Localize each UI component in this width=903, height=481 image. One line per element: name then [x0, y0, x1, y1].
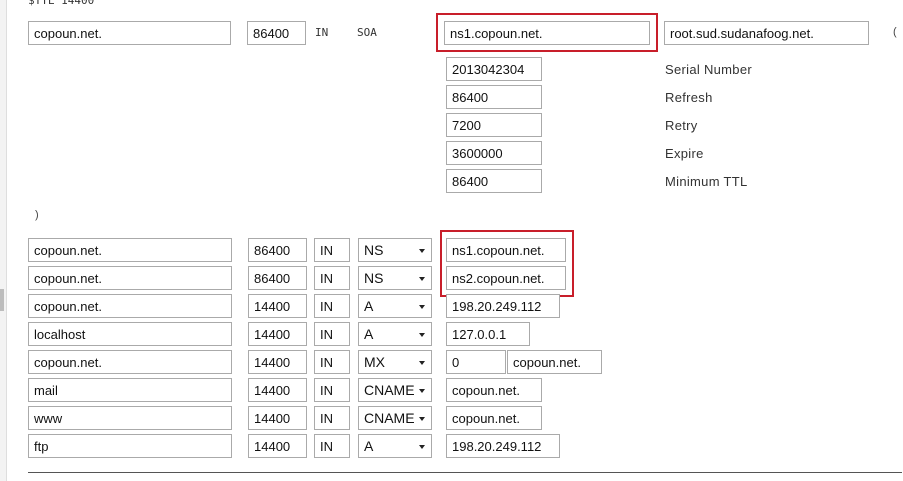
soa-name-field[interactable]: copoun.net.: [28, 21, 231, 45]
ns-records-highlight: [440, 230, 574, 297]
chevron-down-icon: [419, 389, 425, 393]
expire-field[interactable]: 3600000: [446, 141, 542, 165]
record-name-field[interactable]: copoun.net.: [28, 350, 232, 374]
retry-field[interactable]: 7200: [446, 113, 542, 137]
record-type-select[interactable]: A: [358, 294, 432, 318]
record-name-field[interactable]: copoun.net.: [28, 294, 232, 318]
record-data-field[interactable]: 127.0.0.1: [446, 322, 530, 346]
record-data-field[interactable]: copoun.net.: [507, 350, 602, 374]
retry-label: Retry: [665, 118, 698, 133]
record-class-field[interactable]: IN: [314, 238, 350, 262]
scroll-handle[interactable]: [0, 289, 4, 311]
record-name-field[interactable]: localhost: [28, 322, 232, 346]
chevron-down-icon: [419, 249, 425, 253]
record-ttl-field[interactable]: 14400: [248, 434, 307, 458]
serial-number-label: Serial Number: [665, 62, 752, 77]
soa-type-text: SOA: [357, 26, 377, 39]
record-type-value: NS: [364, 270, 384, 286]
refresh-field[interactable]: 86400: [446, 85, 542, 109]
record-class-field[interactable]: IN: [314, 350, 350, 374]
record-ttl-field[interactable]: 86400: [248, 238, 307, 262]
record-type-value: A: [364, 438, 374, 454]
record-name-field[interactable]: copoun.net.: [28, 266, 232, 290]
record-ttl-field[interactable]: 14400: [248, 406, 307, 430]
record-class-field[interactable]: IN: [314, 378, 350, 402]
record-name-field[interactable]: ftp: [28, 434, 232, 458]
chevron-down-icon: [419, 277, 425, 281]
record-type-select[interactable]: NS: [358, 266, 432, 290]
soa-class-text: IN: [315, 26, 329, 39]
refresh-label: Refresh: [665, 90, 713, 105]
record-type-select[interactable]: CNAME: [358, 406, 432, 430]
record-class-field[interactable]: IN: [314, 294, 350, 318]
soa-close-paren: ): [35, 209, 39, 221]
minimum-ttl-label: Minimum TTL: [665, 174, 748, 189]
chevron-down-icon: [419, 417, 425, 421]
record-type-value: CNAME: [364, 382, 415, 398]
ttl-directive: $TTL 14400: [28, 0, 95, 7]
chevron-down-icon: [419, 333, 425, 337]
record-type-select[interactable]: A: [358, 322, 432, 346]
record-type-value: CNAME: [364, 410, 415, 426]
record-ttl-field[interactable]: 86400: [248, 266, 307, 290]
soa-open-paren: (: [893, 26, 897, 38]
record-ttl-field[interactable]: 14400: [248, 350, 307, 374]
record-class-field[interactable]: IN: [314, 406, 350, 430]
record-data-field[interactable]: copoun.net.: [446, 406, 542, 430]
record-ttl-field[interactable]: 14400: [248, 378, 307, 402]
chevron-down-icon: [419, 445, 425, 449]
record-ttl-field[interactable]: 14400: [248, 294, 307, 318]
record-type-select[interactable]: A: [358, 434, 432, 458]
chevron-down-icon: [419, 361, 425, 365]
record-data-field[interactable]: 198.20.249.112: [446, 434, 560, 458]
record-data-field[interactable]: 198.20.249.112: [446, 294, 560, 318]
record-class-field[interactable]: IN: [314, 266, 350, 290]
record-name-field[interactable]: copoun.net.: [28, 238, 232, 262]
record-type-select[interactable]: MX: [358, 350, 432, 374]
record-name-field[interactable]: www: [28, 406, 232, 430]
record-type-value: MX: [364, 354, 385, 370]
record-ttl-field[interactable]: 14400: [248, 322, 307, 346]
record-type-select[interactable]: NS: [358, 238, 432, 262]
record-class-field[interactable]: IN: [314, 434, 350, 458]
record-name-field[interactable]: mail: [28, 378, 232, 402]
soa-admin-email-field[interactable]: root.sud.sudanafoog.net.: [664, 21, 869, 45]
record-type-value: A: [364, 298, 374, 314]
record-type-value: A: [364, 326, 374, 342]
serial-number-field[interactable]: 2013042304: [446, 57, 542, 81]
chevron-down-icon: [419, 305, 425, 309]
record-type-select[interactable]: CNAME: [358, 378, 432, 402]
record-class-field[interactable]: IN: [314, 322, 350, 346]
left-gutter: [0, 0, 7, 481]
expire-label: Expire: [665, 146, 704, 161]
primary-ns-highlight: [436, 13, 658, 52]
soa-ttl-field[interactable]: 86400: [247, 21, 306, 45]
record-type-value: NS: [364, 242, 384, 258]
record-data-field[interactable]: copoun.net.: [446, 378, 542, 402]
minimum-ttl-field[interactable]: 86400: [446, 169, 542, 193]
section-divider: [28, 472, 902, 473]
mx-priority-field[interactable]: 0: [446, 350, 506, 374]
